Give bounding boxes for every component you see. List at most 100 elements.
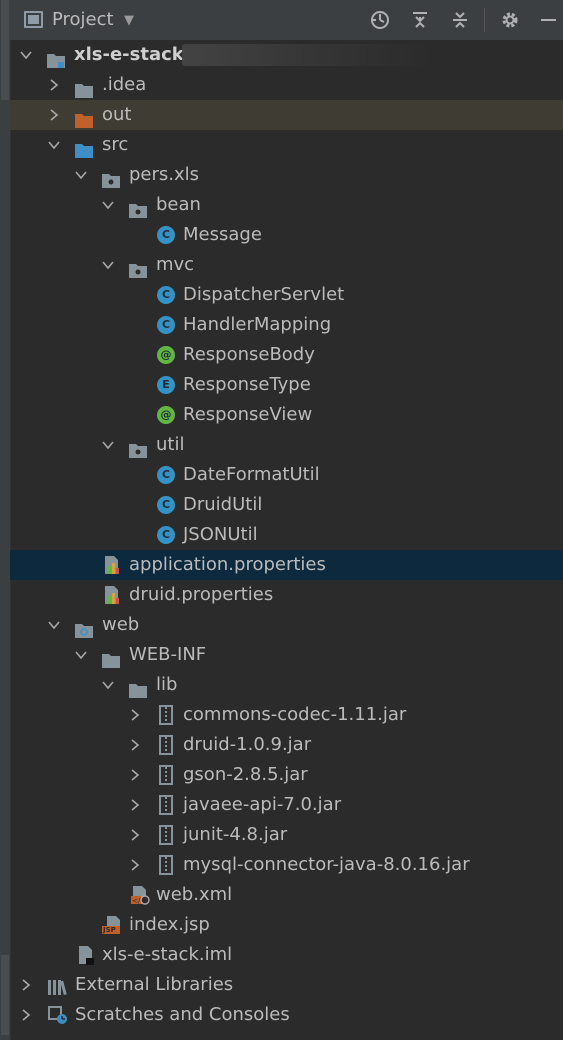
tree-row-json-util[interactable]: C JSONUtil [10, 520, 563, 550]
chevron-down-icon[interactable] [46, 130, 62, 160]
source-folder-icon [75, 138, 93, 158]
jar-icon [159, 735, 173, 755]
minimize-icon[interactable] [538, 10, 558, 30]
tree-label: index.jsp [129, 914, 210, 935]
tree-row-util[interactable]: util [10, 430, 563, 460]
panel-title[interactable]: Project [52, 9, 114, 30]
class-icon: C [157, 316, 175, 334]
jsp-badge: JSP [103, 926, 116, 934]
tree-row-root[interactable]: xls-e-stack [10, 40, 563, 70]
tree-label: ResponseView [183, 404, 313, 425]
jar-icon [159, 855, 173, 875]
tree-row-iml[interactable]: xls-e-stack.iml [10, 940, 563, 970]
tree-label: ResponseBody [183, 344, 315, 365]
tree-label: druid.properties [129, 584, 274, 605]
expand-all-icon[interactable] [450, 10, 470, 30]
tree-label: junit-4.8.jar [183, 824, 288, 845]
class-icon: C [157, 496, 175, 514]
jar-icon [159, 825, 173, 845]
chevron-right-icon[interactable] [46, 70, 62, 100]
tree-label: lib [156, 674, 178, 695]
tree-label: pers.xls [129, 164, 200, 185]
tree-label: External Libraries [75, 974, 234, 995]
package-icon [129, 438, 147, 458]
tree-row-message[interactable]: C Message [10, 220, 563, 250]
tree-row-web-xml[interactable]: </ web.xml [10, 880, 563, 910]
tree-row-jar[interactable]: gson-2.8.5.jar [10, 760, 563, 790]
tree-label: javaee-api-7.0.jar [183, 794, 342, 815]
tree-row-jar[interactable]: commons-codec-1.11.jar [10, 700, 563, 730]
tree-label: ResponseType [183, 374, 311, 395]
tree-row-pers-xls[interactable]: pers.xls [10, 160, 563, 190]
chevron-right-icon[interactable] [127, 760, 143, 790]
project-tree: xls-e-stack .idea out src pers.xls bean … [10, 40, 563, 1030]
tree-row-external-libraries[interactable]: External Libraries [10, 970, 563, 1000]
jar-icon [159, 795, 173, 815]
chevron-down-icon[interactable] [46, 610, 62, 640]
tree-label: DispatcherServlet [183, 284, 345, 305]
web-folder-icon [75, 618, 93, 638]
package-icon [129, 198, 147, 218]
chevron-right-icon[interactable] [127, 850, 143, 880]
tree-row-scratches[interactable]: Scratches and Consoles [10, 1000, 563, 1030]
toolbar-separator [484, 8, 485, 32]
tree-row-response-type[interactable]: E ResponseType [10, 370, 563, 400]
chevron-right-icon[interactable] [127, 790, 143, 820]
class-icon: C [157, 466, 175, 484]
tree-row-index-jsp[interactable]: JSP index.jsp [10, 910, 563, 940]
properties-file-icon [103, 555, 121, 575]
tree-label: mysql-connector-java-8.0.16.jar [183, 854, 470, 875]
project-tool-tab[interactable] [1, 0, 9, 100]
tree-label: Scratches and Consoles [75, 1004, 290, 1025]
chevron-right-icon[interactable] [127, 730, 143, 760]
gear-icon[interactable] [500, 10, 520, 30]
package-icon [129, 258, 147, 278]
tree-row-jar[interactable]: javaee-api-7.0.jar [10, 790, 563, 820]
chevron-down-icon[interactable] [73, 160, 89, 190]
tree-row-out[interactable]: out [10, 100, 563, 130]
class-icon: C [157, 226, 175, 244]
chevron-down-icon[interactable] [100, 670, 116, 700]
tree-row-jar[interactable]: mysql-connector-java-8.0.16.jar [10, 850, 563, 880]
chevron-right-icon[interactable] [127, 820, 143, 850]
svg-text:</: </ [132, 897, 141, 905]
chevron-right-icon[interactable] [46, 100, 62, 130]
chevron-down-icon[interactable] [100, 430, 116, 460]
tree-label: DruidUtil [183, 494, 263, 515]
tree-label: HandlerMapping [183, 314, 332, 335]
tree-label: .idea [102, 74, 147, 95]
globe-icon[interactable] [370, 10, 390, 30]
tree-row-mvc[interactable]: mvc [10, 250, 563, 280]
chevron-down-icon[interactable] [73, 640, 89, 670]
tree-row-response-body[interactable]: @ ResponseBody [10, 340, 563, 370]
tree-label: util [156, 434, 185, 455]
tree-label: Message [183, 224, 262, 245]
collapse-all-icon[interactable] [410, 10, 430, 30]
chevron-down-icon[interactable] [18, 40, 34, 70]
tree-row-druid-util[interactable]: C DruidUtil [10, 490, 563, 520]
chevron-right-icon[interactable] [18, 970, 34, 1000]
project-view-icon [24, 11, 43, 28]
tree-row-web-inf[interactable]: WEB-INF [10, 640, 563, 670]
tree-row-src[interactable]: src [10, 130, 563, 160]
tree-row-bean[interactable]: bean [10, 190, 563, 220]
tree-row-idea[interactable]: .idea [10, 70, 563, 100]
tree-label: bean [156, 194, 201, 215]
tree-row-dispatcher[interactable]: C DispatcherServlet [10, 280, 563, 310]
chevron-right-icon[interactable] [127, 700, 143, 730]
tree-row-handler[interactable]: C HandlerMapping [10, 310, 563, 340]
tree-row-date-format[interactable]: C DateFormatUtil [10, 460, 563, 490]
excluded-folder-icon [75, 108, 93, 128]
tree-row-druid-properties[interactable]: druid.properties [10, 580, 563, 610]
tree-row-application-properties[interactable]: application.properties [10, 550, 563, 580]
tree-row-jar[interactable]: druid-1.0.9.jar [10, 730, 563, 760]
chevron-down-icon[interactable]: ▼ [124, 13, 134, 28]
tree-row-jar[interactable]: junit-4.8.jar [10, 820, 563, 850]
tree-row-lib[interactable]: lib [10, 670, 563, 700]
tree-row-response-view[interactable]: @ ResponseView [10, 400, 563, 430]
structure-tool-tab[interactable] [1, 955, 9, 1035]
tree-row-web[interactable]: web [10, 610, 563, 640]
chevron-down-icon[interactable] [100, 190, 116, 220]
chevron-down-icon[interactable] [100, 250, 116, 280]
chevron-right-icon[interactable] [18, 1000, 34, 1030]
